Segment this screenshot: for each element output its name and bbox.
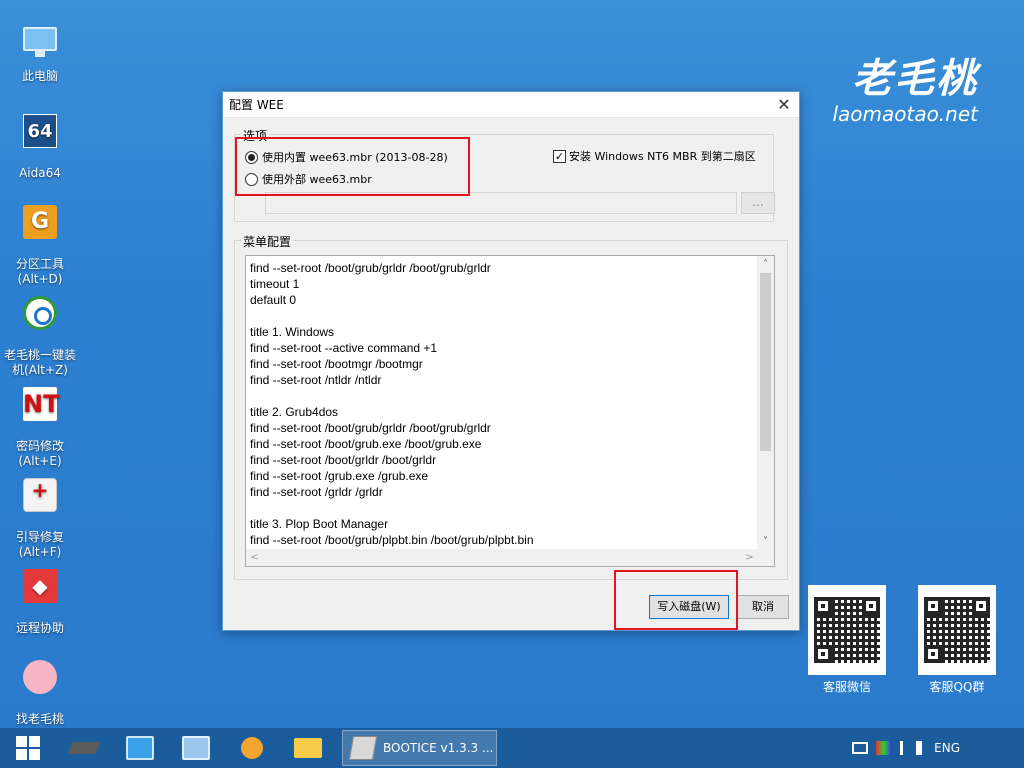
scrollbar-corner: [757, 549, 774, 566]
scrollbar-thumb[interactable]: [760, 273, 771, 451]
menu-config-line[interactable]: find --set-root /boot/grub/grldr /boot/g…: [250, 420, 756, 436]
taskbar: BOOTICE v1.3.3 ... ENG: [0, 728, 1024, 768]
system-tray: ENG: [852, 728, 1024, 768]
scroll-left-icon[interactable]: <: [246, 549, 263, 566]
dialog-title: 配置 WEE: [229, 98, 284, 112]
menu-config-group-title: 菜单配置: [241, 233, 294, 250]
menu-config-line[interactable]: find --set-root /grub.exe /grub.exe: [250, 468, 756, 484]
boot-repair-icon: [23, 478, 57, 512]
radio-button[interactable]: [245, 150, 258, 164]
memory-chip-icon: [67, 742, 101, 754]
menu-config-line[interactable]: find --set-root --active command +1: [250, 340, 756, 356]
remote-assist-icon: ◆: [23, 569, 57, 603]
menu-config-line[interactable]: find --set-root /bootmgr /bootmgr: [250, 356, 756, 372]
menu-config-line[interactable]: title 1. Windows: [250, 324, 756, 340]
display-color-icon[interactable]: [876, 741, 893, 755]
desktop-icon-label: 找老毛桃: [15, 712, 64, 726]
menu-config-editor[interactable]: find --set-root /boot/grub/grldr /boot/g…: [245, 255, 775, 567]
laomaotao-peach-icon: [23, 660, 57, 694]
scroll-right-icon[interactable]: >: [741, 549, 758, 566]
qr-code-icon: [918, 585, 996, 675]
menu-config-line[interactable]: timeout 1: [250, 276, 756, 292]
menu-config-line[interactable]: [250, 500, 756, 516]
menu-config-line[interactable]: default 0: [250, 292, 756, 308]
radio-external-label: 使用外部 wee63.mbr: [262, 173, 372, 186]
options-group-title: 选项: [241, 127, 270, 144]
qr-label: 客服QQ群: [929, 680, 985, 694]
brand-url: laomaotao.net: [832, 102, 978, 126]
external-mbr-path-input[interactable]: [265, 192, 737, 214]
scroll-down-icon[interactable]: ˅: [757, 533, 774, 550]
folder-icon: [294, 738, 322, 758]
taskbar-app-explorer[interactable]: [280, 728, 336, 768]
menu-config-line[interactable]: find --set-root /boot/grldr /boot/grldr: [250, 452, 756, 468]
vertical-scrollbar[interactable]: ˄ ˅: [757, 256, 774, 550]
volume-icon[interactable]: [916, 741, 926, 755]
browse-button[interactable]: ...: [741, 192, 775, 214]
desktop-icon-aida64[interactable]: 64 Aida64: [2, 99, 78, 196]
start-button[interactable]: [0, 728, 56, 768]
brand-logo: 老毛桃 laomaotao.net: [832, 46, 978, 126]
installer-icon: [23, 296, 57, 330]
write-disk-button[interactable]: 写入磁盘(W): [649, 595, 729, 619]
qr-qq-group: 客服QQ群: [918, 585, 996, 695]
search-magnifier-icon: [241, 737, 263, 759]
checkbox-nt6-label: 安装 Windows NT6 MBR 到第二扇区: [569, 150, 756, 163]
menu-config-line[interactable]: find --set-root /boot/grub/grldr /boot/g…: [250, 260, 756, 276]
menu-config-line[interactable]: title 3. Plop Boot Manager: [250, 516, 756, 532]
desktop-icon-this-pc[interactable]: 此电脑: [2, 8, 78, 99]
radio-external-mbr[interactable]: 使用外部 wee63.mbr: [245, 171, 372, 187]
radio-button[interactable]: [245, 172, 258, 186]
usb-icon[interactable]: [900, 741, 908, 755]
menu-config-line[interactable]: title 2. Grub4dos: [250, 404, 756, 420]
windows-logo-icon: [16, 736, 40, 760]
radio-builtin-label: 使用内置 wee63.mbr (2013-08-28): [262, 151, 448, 164]
checkbox[interactable]: ✓: [553, 149, 566, 163]
radio-builtin-mbr[interactable]: 使用内置 wee63.mbr (2013-08-28): [245, 149, 448, 165]
menu-config-text[interactable]: find --set-root /boot/grub/grldr /boot/g…: [250, 260, 756, 548]
language-indicator[interactable]: ENG: [934, 741, 960, 755]
taskbar-active-label: BOOTICE v1.3.3 ...: [383, 741, 494, 755]
partition-tool-icon: G: [23, 205, 57, 239]
menu-config-line[interactable]: [250, 308, 756, 324]
password-tool-icon: NT: [23, 387, 59, 421]
taskbar-app-network[interactable]: [112, 728, 168, 768]
menu-config-line[interactable]: find --set-root /boot/grub.exe /boot/gru…: [250, 436, 756, 452]
check-mark-icon: ✓: [554, 149, 565, 163]
network-icon[interactable]: [852, 742, 869, 754]
dialog-titlebar[interactable]: 配置 WEE ✕: [223, 92, 799, 118]
taskbar-app-search[interactable]: [224, 728, 280, 768]
close-icon: ✕: [777, 95, 791, 114]
desktop-icon-label: 远程协助: [15, 621, 64, 635]
taskbar-app-keyboard[interactable]: [168, 728, 224, 768]
qr-label: 客服微信: [822, 680, 871, 694]
network-pc-icon: [126, 736, 154, 760]
desktop-icon-remote-assist[interactable]: ◆ 远程协助: [2, 554, 78, 651]
desktop-icon-label: Aida64: [19, 166, 61, 180]
keyboard-icon: [182, 736, 210, 760]
menu-config-line[interactable]: find --set-root /grldr /grldr: [250, 484, 756, 500]
qr-wechat: 客服微信: [808, 585, 886, 695]
pc-icon: [23, 27, 57, 57]
menu-config-group: 菜单配置 find --set-root /boot/grub/grldr /b…: [234, 233, 788, 580]
bootice-icon: [348, 736, 378, 760]
checkbox-nt6-mbr[interactable]: ✓ 安装 Windows NT6 MBR 到第二扇区: [553, 148, 756, 164]
aida64-icon: 64: [23, 114, 57, 148]
taskbar-active-bootice[interactable]: BOOTICE v1.3.3 ...: [342, 730, 497, 766]
scroll-up-icon[interactable]: ˄: [757, 256, 774, 273]
menu-config-line[interactable]: find --set-root /boot/grub/plpbt.bin /bo…: [250, 532, 756, 548]
menu-config-line[interactable]: [250, 388, 756, 404]
desktop-icon-label: 此电脑: [21, 69, 58, 83]
cancel-button[interactable]: 取消: [737, 595, 789, 619]
close-button[interactable]: ✕: [769, 92, 799, 117]
menu-config-line[interactable]: find --set-root /ntldr /ntldr: [250, 372, 756, 388]
brand-name: 老毛桃: [852, 55, 978, 102]
horizontal-scrollbar[interactable]: < >: [246, 549, 758, 566]
taskbar-app-memory[interactable]: [56, 728, 112, 768]
configure-wee-dialog: 配置 WEE ✕ 选项 使用内置 wee63.mbr (2013-08-28) …: [222, 91, 800, 631]
qr-code-icon: [808, 585, 886, 675]
